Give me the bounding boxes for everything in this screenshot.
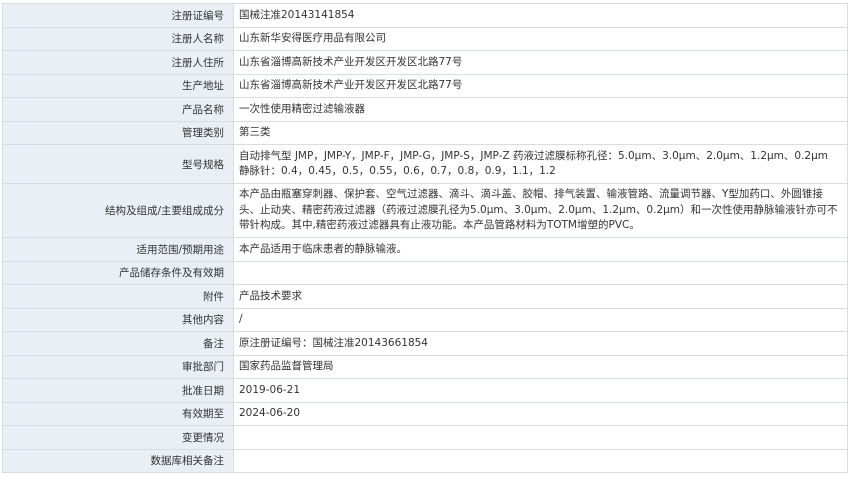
row-valid-until: 有效期至 2024-06-20: [2, 401, 848, 426]
label-attachment: 附件: [2, 284, 234, 309]
label-structure-composition: 结构及组成/主要组成成分: [2, 183, 234, 238]
row-approval-date: 批准日期 2019-06-21: [2, 378, 848, 403]
row-product-name: 产品名称 一次性使用精密过滤输液器: [2, 97, 848, 122]
row-database-remarks: 数据库相关备注: [2, 448, 848, 473]
label-management-category: 管理类别: [2, 120, 234, 145]
value-structure-composition: 本产品由瓶塞穿刺器、保护套、空气过滤器、滴斗、滴斗盖、胶帽、排气装置、输液管路、…: [233, 183, 848, 238]
value-other-content: /: [233, 307, 848, 332]
row-registrant-name: 注册人名称 山东新华安得医疗用品有限公司: [2, 26, 848, 51]
value-approval-department: 国家药品监督管理局: [233, 354, 848, 379]
row-approval-department: 审批部门 国家药品监督管理局: [2, 354, 848, 379]
label-intended-use: 适用范围/预期用途: [2, 237, 234, 262]
label-production-address: 生产地址: [2, 73, 234, 98]
value-registration-number: 国械注准20143141854: [233, 3, 848, 28]
row-production-address: 生产地址 山东省淄博高新技术产业开发区开发区北路77号: [2, 73, 848, 98]
value-management-category: 第三类: [233, 120, 848, 145]
label-registrant-name: 注册人名称: [2, 26, 234, 51]
row-registration-number: 注册证编号 国械注准20143141854: [2, 3, 848, 28]
label-approval-date: 批准日期: [2, 378, 234, 403]
row-intended-use: 适用范围/预期用途 本产品适用于临床患者的静脉输液。: [2, 237, 848, 262]
value-registrant-address: 山东省淄博高新技术产业开发区开发区北路77号: [233, 50, 848, 75]
row-change-status: 变更情况: [2, 425, 848, 450]
value-remarks: 原注册证编号：国械注准20143661854: [233, 331, 848, 356]
value-storage-validity: [233, 260, 848, 285]
row-model-spec: 型号规格 自动排气型 JMP，JMP-Y，JMP-F，JMP-G，JMP-S，J…: [2, 144, 848, 184]
value-production-address: 山东省淄博高新技术产业开发区开发区北路77号: [233, 73, 848, 98]
row-attachment: 附件 产品技术要求: [2, 284, 848, 309]
label-database-remarks: 数据库相关备注: [2, 448, 234, 473]
value-approval-date: 2019-06-21: [233, 378, 848, 403]
row-management-category: 管理类别 第三类: [2, 120, 848, 145]
label-registration-number: 注册证编号: [2, 3, 234, 28]
label-change-status: 变更情况: [2, 425, 234, 450]
label-registrant-address: 注册人住所: [2, 50, 234, 75]
value-valid-until: 2024-06-20: [233, 401, 848, 426]
value-database-remarks: [233, 448, 848, 473]
label-valid-until: 有效期至: [2, 401, 234, 426]
row-remarks: 备注 原注册证编号：国械注准20143661854: [2, 331, 848, 356]
row-structure-composition: 结构及组成/主要组成成分 本产品由瓶塞穿刺器、保护套、空气过滤器、滴斗、滴斗盖、…: [2, 183, 848, 238]
value-product-name: 一次性使用精密过滤输液器: [233, 97, 848, 122]
value-model-spec: 自动排气型 JMP，JMP-Y，JMP-F，JMP-G，JMP-S，JMP-Z …: [233, 144, 848, 184]
row-other-content: 其他内容 /: [2, 307, 848, 332]
value-registrant-name: 山东新华安得医疗用品有限公司: [233, 26, 848, 51]
row-storage-validity: 产品储存条件及有效期: [2, 260, 848, 285]
label-storage-validity: 产品储存条件及有效期: [2, 260, 234, 285]
label-other-content: 其他内容: [2, 307, 234, 332]
value-attachment: 产品技术要求: [233, 284, 848, 309]
label-model-spec: 型号规格: [2, 144, 234, 184]
label-product-name: 产品名称: [2, 97, 234, 122]
value-intended-use: 本产品适用于临床患者的静脉输液。: [233, 237, 848, 262]
row-registrant-address: 注册人住所 山东省淄博高新技术产业开发区开发区北路77号: [2, 50, 848, 75]
registration-detail-table: 注册证编号 国械注准20143141854 注册人名称 山东新华安得医疗用品有限…: [2, 3, 848, 473]
label-approval-department: 审批部门: [2, 354, 234, 379]
value-change-status: [233, 425, 848, 450]
label-remarks: 备注: [2, 331, 234, 356]
